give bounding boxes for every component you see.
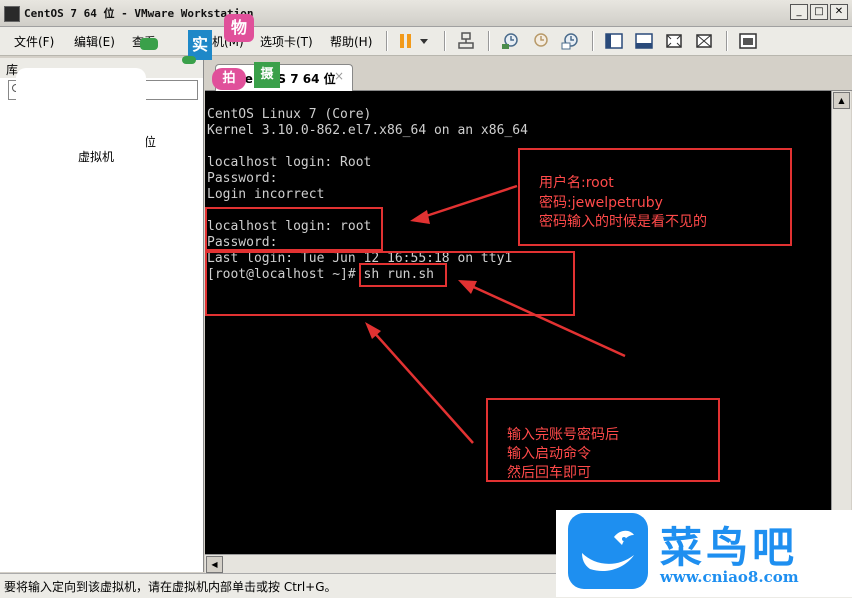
menu-help[interactable]: 帮助(H) (330, 33, 372, 50)
toolbar-separator (488, 31, 490, 51)
scroll-up-icon[interactable]: ▲ (833, 92, 850, 109)
library-panel: 库 位 虚拟机 (0, 58, 204, 572)
toolbar-separator (592, 31, 594, 51)
watermark-blob (182, 56, 196, 64)
tab-close-icon[interactable]: × (334, 69, 344, 83)
vertical-scrollbar[interactable]: ▲ (831, 91, 851, 555)
window-controls: _ □ ✕ (790, 4, 848, 20)
console-view-icon[interactable] (738, 31, 758, 51)
vmware-app-icon (4, 6, 20, 22)
watermark-char: 物 (224, 14, 254, 42)
toolbar-separator (726, 31, 728, 51)
revert-snapshot-icon[interactable] (530, 31, 550, 51)
watermark-blob (140, 38, 158, 50)
fullscreen-icon[interactable] (664, 31, 684, 51)
vm-tab-strip: CentOS 7 64 位 × (205, 62, 852, 91)
library-item-vm[interactable]: 虚拟机 (78, 148, 114, 165)
site-logo: 菜鸟吧 www.cniao8.com (556, 510, 852, 597)
thumbnail-bar-icon[interactable] (634, 31, 654, 51)
snapshot-icon[interactable] (500, 31, 520, 51)
scroll-left-icon[interactable]: ◀ (206, 556, 223, 573)
arrow-to-command (458, 280, 626, 358)
toolbar-separator (386, 31, 388, 51)
status-text: 要将输入定向到该虚拟机，请在虚拟机内部单击或按 Ctrl+G。 (4, 580, 337, 594)
toolbar-separator (444, 31, 446, 51)
unity-icon[interactable] (694, 31, 714, 51)
watermark-char: 拍 (212, 68, 246, 90)
dropdown-arrow-icon[interactable] (418, 31, 430, 51)
logo-name: 菜鸟吧 (660, 523, 799, 572)
minimize-icon[interactable]: _ (790, 4, 808, 20)
arrow-to-login (410, 184, 518, 224)
network-icon[interactable] (456, 31, 476, 51)
blur-overlay (30, 118, 140, 140)
vm-console[interactable]: CentOS Linux 7 (Core) Kernel 3.10.0-862.… (205, 91, 831, 554)
bird-icon (582, 530, 634, 572)
maximize-icon[interactable]: □ (810, 4, 828, 20)
title-bar: CentOS 7 64 位 - VMware Workstation _ □ ✕ (0, 0, 852, 27)
menu-tabs[interactable]: 选项卡(T) (260, 33, 313, 50)
arrow-to-last-login (365, 322, 474, 444)
window-title: CentOS 7 64 位 - VMware Workstation (24, 7, 254, 20)
logo-url: www.cniao8.com (660, 568, 799, 586)
annotation-arrows (365, 184, 626, 444)
pause-icon[interactable] (396, 31, 416, 51)
watermark-char: 摄 (254, 62, 280, 88)
tab-label: CentOS 7 64 位 (236, 72, 336, 86)
close-icon[interactable]: ✕ (830, 4, 848, 20)
menu-bar: 文件(F) 编辑(E) 查看 机(M) 选项卡(T) 帮助(H) (0, 27, 852, 56)
menu-file[interactable]: 文件(F) (14, 33, 54, 50)
show-library-icon[interactable] (604, 31, 624, 51)
bird-logo-icon (568, 513, 648, 589)
menu-edit[interactable]: 编辑(E) (74, 33, 115, 50)
snapshot-manager-icon[interactable] (560, 31, 580, 51)
